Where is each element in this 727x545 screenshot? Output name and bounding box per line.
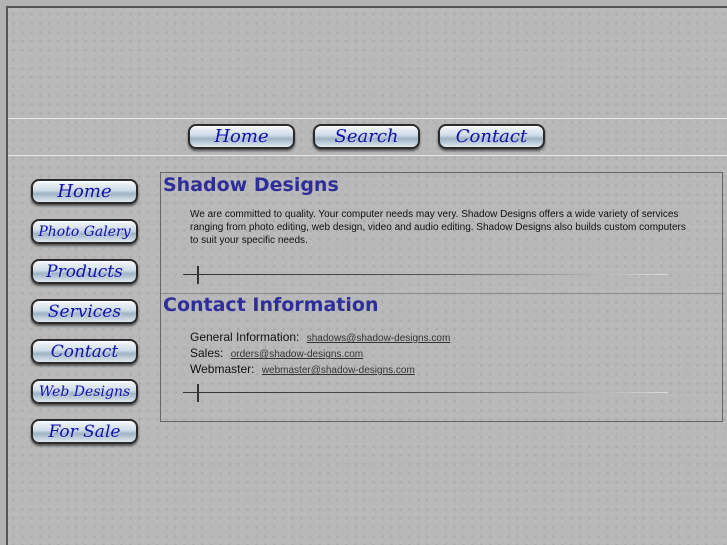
contact-title: Contact Information	[163, 294, 379, 316]
side-nav-for-sale-button[interactable]: For Sale	[31, 419, 138, 444]
side-nav-products-button[interactable]: Products	[31, 259, 138, 284]
contact-row-sales: Sales: orders@shadow-designs.com	[190, 346, 363, 360]
side-nav-photo-galery-button[interactable]: Photo Galery	[31, 219, 138, 244]
contact-email-link[interactable]: webmaster@shadow-designs.com	[262, 365, 415, 376]
intro-text: We are committed to quality. Your comput…	[190, 209, 686, 246]
header-divider-top	[8, 118, 727, 119]
divider-tick	[197, 266, 199, 284]
contact-label: General Information:	[190, 330, 300, 344]
contact-email-link[interactable]: shadows@shadow-designs.com	[307, 333, 451, 344]
contact-row-webmaster: Webmaster: webmaster@shadow-designs.com	[190, 362, 415, 376]
side-nav-web-designs-button[interactable]: Web Designs	[31, 379, 138, 404]
contact-email-link[interactable]: orders@shadow-designs.com	[231, 349, 363, 360]
intro-title: Shadow Designs	[163, 174, 339, 196]
divider-tick	[197, 384, 199, 402]
side-nav-contact-button[interactable]: Contact	[31, 339, 138, 364]
contact-label: Webmaster:	[190, 362, 255, 376]
divider-bar	[183, 274, 668, 275]
header-divider-bottom	[8, 155, 727, 156]
top-nav-home-button[interactable]: Home	[188, 124, 295, 149]
contact-row-general: General Information: shadows@shadow-desi…	[190, 330, 450, 344]
contact-label: Sales:	[190, 346, 224, 360]
side-nav-home-button[interactable]: Home	[31, 179, 138, 204]
side-nav-services-button[interactable]: Services	[31, 299, 138, 324]
top-nav-contact-button[interactable]: Contact	[438, 124, 545, 149]
divider-bar	[183, 392, 668, 393]
contact-divider	[183, 384, 668, 402]
intro-divider	[183, 266, 668, 284]
top-nav-search-button[interactable]: Search	[313, 124, 420, 149]
